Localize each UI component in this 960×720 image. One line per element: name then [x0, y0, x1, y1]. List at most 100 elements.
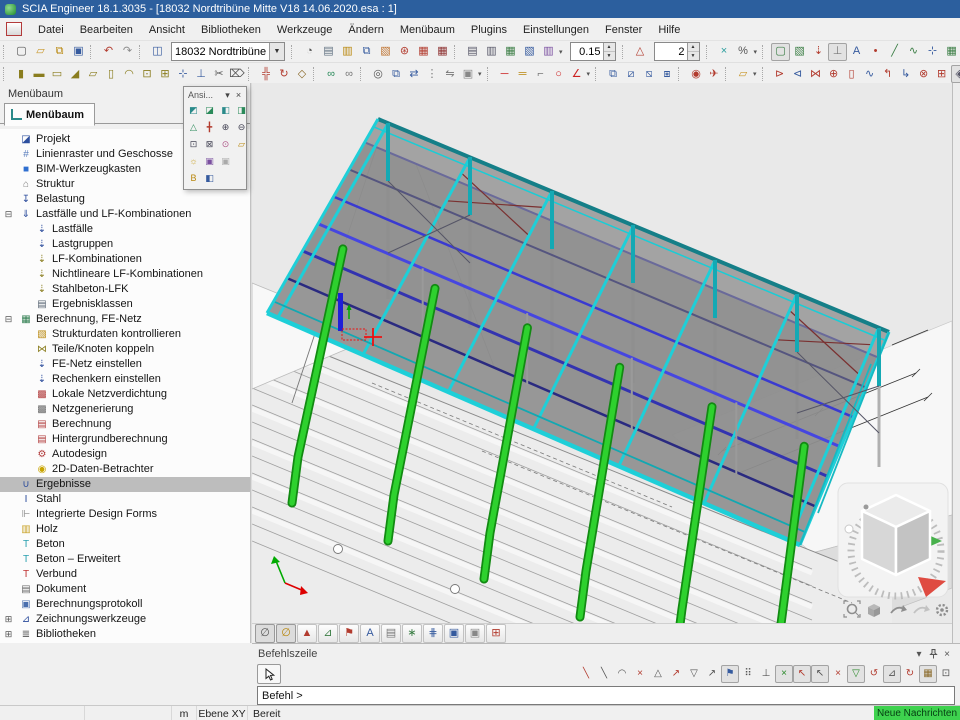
snap-corner-icon[interactable]: ↰ — [879, 65, 897, 83]
tree-item-holz[interactable]: ▥Holz — [0, 522, 250, 537]
weld-nodes-icon[interactable]: ⊕ — [825, 65, 843, 83]
tree-item-ergebnisklassen[interactable]: ▤Ergebnisklassen — [0, 297, 250, 312]
tree-item-autodesign[interactable]: ⚙Autodesign — [0, 447, 250, 462]
menu-ansicht[interactable]: Ansicht — [141, 21, 193, 39]
document-system-icon[interactable] — [6, 22, 22, 36]
tree-item-hintergrundberechnung[interactable]: ▤Hintergrundberechnung — [0, 432, 250, 447]
open-project-icon[interactable]: ▱ — [31, 43, 50, 61]
snap-ortho-icon[interactable]: ⊥ — [757, 665, 775, 683]
print-preview-icon[interactable]: ▥ — [482, 43, 501, 61]
expand-icon[interactable]: ⊞ — [3, 642, 14, 643]
view-y-icon[interactable]: ◧ — [218, 103, 233, 118]
toolbar-grip[interactable] — [678, 67, 684, 81]
zoom-selection-icon[interactable]: ⊙ — [218, 137, 233, 152]
spinner-down-icon[interactable]: ▼ — [688, 52, 699, 60]
transparency-spinner[interactable]: 0.15▲▼ — [570, 42, 616, 61]
coordinate-grid-icon[interactable]: ⊞ — [486, 624, 506, 643]
rotate-view-icon[interactable]: △ — [186, 120, 201, 135]
view-selection-glasses-icon[interactable]: ∞ — [322, 65, 340, 83]
snap-arc-center-icon[interactable]: ↻ — [901, 665, 919, 683]
snap-active-toggle-icon[interactable]: × — [775, 665, 793, 683]
copy-icon[interactable]: ⧉ — [387, 65, 405, 83]
tree-item-lf-kombinationen[interactable]: ⇣LF-Kombinationen — [0, 252, 250, 267]
paste-properties-icon[interactable]: ▣ — [459, 65, 477, 83]
snap-perpendicular-icon[interactable]: ▽ — [847, 665, 865, 683]
project-window-icon[interactable]: ◫ — [148, 43, 167, 61]
show-supports-icon[interactable]: ⊥ — [828, 43, 847, 61]
menu-hilfe[interactable]: Hilfe — [650, 21, 688, 39]
panel-close-icon[interactable]: × — [940, 649, 954, 660]
collapse-icon[interactable]: ⊟ — [3, 207, 14, 222]
snap-cancel-icon[interactable]: × — [631, 665, 649, 683]
show-text-labels-icon[interactable]: A — [360, 624, 380, 643]
toolbar-grip[interactable] — [313, 67, 319, 81]
zoom-window-icon[interactable]: ⊡ — [186, 137, 201, 152]
align-nodes-icon[interactable]: ∿ — [861, 65, 879, 83]
menu-bearbeiten[interactable]: Bearbeiten — [72, 21, 141, 39]
tree-item-dokument[interactable]: ▤Dokument — [0, 582, 250, 597]
scale-tool-icon[interactable]: × — [715, 43, 734, 61]
draw-parallel-icon[interactable]: ═ — [514, 65, 532, 83]
show-member-system-icon[interactable]: ▲ — [297, 624, 317, 643]
load-display-spinner[interactable]: 2▲▼ — [654, 42, 700, 61]
mesh-ball-icon[interactable]: ⊛ — [395, 43, 414, 61]
toolbar-overflow-caret[interactable]: ▾ — [478, 70, 482, 78]
engineering-table-icon[interactable]: ▦ — [433, 43, 452, 61]
clipping-box-icon[interactable]: B — [186, 171, 201, 186]
snap-tangent-icon[interactable]: ↺ — [865, 665, 883, 683]
save-all-icon[interactable]: ⧉ — [50, 43, 69, 61]
expand-icon[interactable]: ⊞ — [3, 627, 14, 642]
new-viewport-icon[interactable]: ▱ — [234, 137, 249, 152]
snap-polyline-icon[interactable]: ╲ — [595, 665, 613, 683]
render-settings-icon[interactable]: ▣ — [202, 154, 217, 169]
tree-item-strukturdaten-kontrollieren[interactable]: ▧Strukturdaten kontrollieren — [0, 327, 250, 342]
tree-item-integrierte-design-forms[interactable]: ⊩Integrierte Design Forms — [0, 507, 250, 522]
document-generator-icon[interactable]: ▥ — [539, 43, 558, 61]
check-structure-icon[interactable]: ▯ — [843, 65, 861, 83]
render-settings-off-icon[interactable]: ▣ — [218, 154, 233, 169]
toolbar-grip[interactable] — [725, 67, 731, 81]
tree-item-berechnungsprotokoll[interactable]: ▣Berechnungsprotokoll — [0, 597, 250, 612]
toolbar-grip[interactable] — [248, 67, 254, 81]
insert-shell-icon[interactable]: ◠ — [120, 65, 138, 83]
document-preview-icon[interactable]: ▥ — [338, 43, 357, 61]
toolbar-grip[interactable] — [706, 45, 712, 59]
tree-item-beton[interactable]: TBeton — [0, 537, 250, 552]
show-axes-icon[interactable]: ⊹ — [923, 43, 942, 61]
toolbar-grip[interactable] — [595, 67, 601, 81]
copy-add-icon[interactable]: ⧉ — [604, 65, 622, 83]
print-icon[interactable]: ▤ — [463, 43, 482, 61]
toolbar-grip[interactable] — [454, 45, 460, 59]
toolbar-grip[interactable] — [622, 45, 628, 59]
cursor-filter-icon[interactable]: ▽ — [685, 665, 703, 683]
tree-item-ergebnisse[interactable]: ∪Ergebnisse — [0, 477, 250, 492]
tree-item-netzgenerierung[interactable]: ▩Netzgenerierung — [0, 402, 250, 417]
snap-extra-icon[interactable]: ⊡ — [937, 665, 955, 683]
tab-menubaum[interactable]: Menübaum — [4, 103, 95, 126]
project-combobox[interactable]: 18032 Nordtribüne▼ — [171, 42, 285, 61]
menu-datei[interactable]: Datei — [30, 21, 72, 39]
toolbar-grip[interactable] — [291, 45, 297, 59]
snap-arc-icon[interactable]: ◠ — [613, 665, 631, 683]
snap-intersection-icon[interactable]: × — [829, 665, 847, 683]
image-export-icon[interactable]: ▧ — [520, 43, 539, 61]
fly-through-icon[interactable]: ✈ — [705, 65, 723, 83]
scale-symbols-icon[interactable]: △ — [631, 43, 650, 61]
insert-node-icon[interactable]: ⊹ — [174, 65, 192, 83]
calculator-icon[interactable]: ▦ — [501, 43, 520, 61]
command-input[interactable]: Befehl > — [257, 686, 955, 705]
save-project-icon[interactable]: ▣ — [69, 43, 88, 61]
snap-midpoint-icon[interactable]: ↖ — [811, 665, 829, 683]
workstation-toggle-icon[interactable]: ◔ — [300, 43, 319, 61]
snap-branch-icon[interactable]: ↳ — [897, 65, 915, 83]
render-toggle-icon[interactable]: ∅ — [276, 624, 296, 643]
draw-angle-icon[interactable]: ∠ — [568, 65, 586, 83]
viewport-3d[interactable]: ∅∅▲⊿⚑A▤∗⋕▣▣⊞ — [252, 83, 952, 643]
pin-icon[interactable] — [926, 649, 940, 659]
tree-item-rechenkern-einstellen[interactable]: ⇣Rechenkern einstellen — [0, 372, 250, 387]
ratio-1-10-icon[interactable]: % — [734, 43, 753, 61]
move-selection-icon[interactable]: ⧅ — [640, 65, 658, 83]
stretch-icon[interactable]: ⧆ — [658, 65, 676, 83]
ucs-axes-icon[interactable]: ╋ — [202, 120, 217, 135]
menu-ändern[interactable]: Ändern — [340, 21, 391, 39]
